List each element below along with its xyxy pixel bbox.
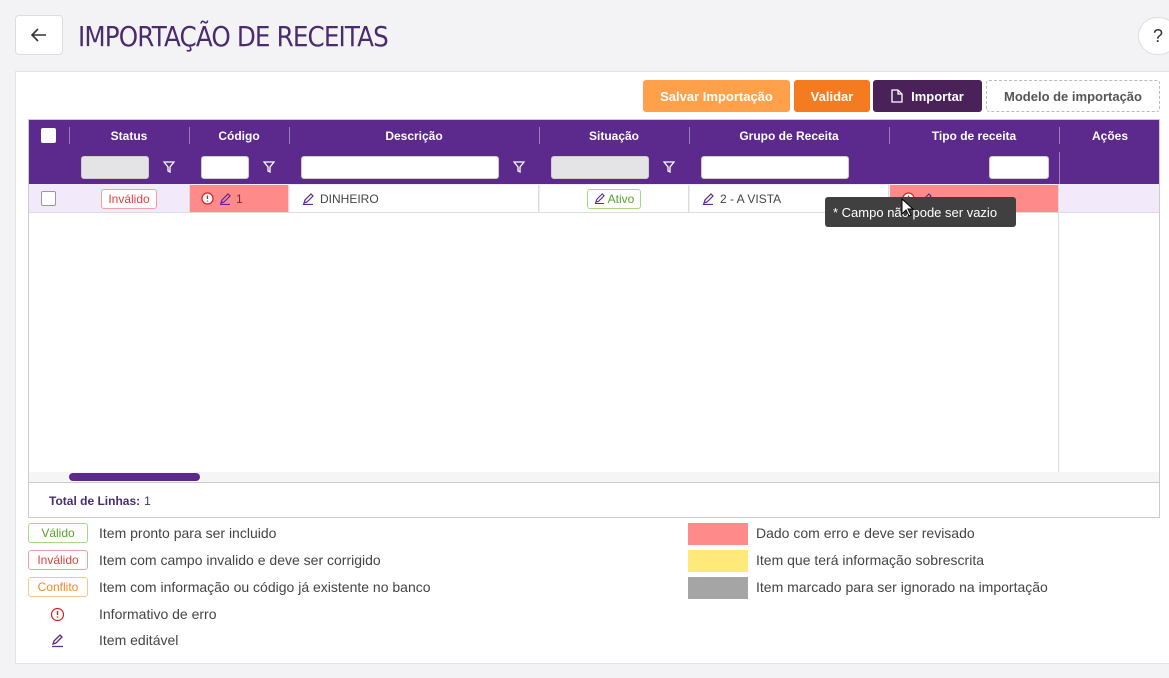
validate-button[interactable]: Validar: [794, 80, 870, 112]
legend-ignored-swatch-text: Item marcado para ser ignorado na import…: [756, 579, 1048, 595]
grupo-filter-input[interactable]: [701, 156, 849, 179]
column-header-tipo[interactable]: Tipo de receita: [889, 120, 1059, 152]
column-header-acoes: Ações: [1091, 129, 1129, 143]
legend-ignored-swatch: [688, 577, 748, 599]
total-rows-count: 1: [144, 493, 151, 508]
legend-invalid-text: Item com campo invalido e deve ser corri…: [99, 552, 381, 568]
legend-overwrite-swatch: [688, 550, 748, 572]
data-grid: Status Código Descrição Situação Grupo d…: [28, 119, 1160, 518]
situacao-cell[interactable]: Ativo: [540, 185, 689, 212]
edit-icon[interactable]: [219, 192, 231, 205]
legend-error-swatch: [688, 523, 748, 545]
file-icon: [891, 89, 903, 103]
codigo-cell[interactable]: 1: [190, 185, 289, 212]
grid-filter-row: [29, 152, 1159, 184]
codigo-value: 1: [236, 191, 243, 206]
status-badge: Inválido: [101, 188, 157, 209]
situacao-badge: Ativo: [586, 188, 642, 209]
edit-icon[interactable]: [702, 192, 714, 205]
grid-footer: Total de Linhas: 1: [29, 482, 1159, 517]
mouse-cursor-icon: [901, 198, 915, 217]
save-import-button[interactable]: Salvar Importação: [643, 80, 790, 112]
select-all-checkbox[interactable]: [41, 128, 56, 143]
descricao-cell[interactable]: DINHEIRO: [290, 185, 539, 212]
legend-overwrite-swatch-text: Item que terá informação sobrescrita: [756, 552, 984, 568]
total-rows-label: Total de Linhas:: [49, 493, 141, 508]
row-checkbox[interactable]: [41, 191, 56, 206]
error-tooltip: * Campo não pode ser vazio: [825, 197, 1016, 227]
situacao-value: Ativo: [607, 191, 635, 206]
back-button[interactable]: [15, 15, 63, 55]
legend-error-swatch-text: Dado com erro e deve ser revisado: [756, 525, 975, 541]
import-card: Salvar Importação Validar Importar Model…: [15, 71, 1169, 664]
legend-valid-badge: Válido: [28, 523, 88, 543]
status-filter-input[interactable]: [81, 156, 149, 179]
legend-conflict-text: Item com informação ou código já existen…: [99, 579, 431, 595]
legend-conflict-badge: Conflito: [28, 577, 88, 597]
tipo-filter-input[interactable]: [989, 156, 1049, 179]
legend-error-info-text: Informativo de erro: [99, 606, 217, 622]
status-cell: Inválido: [69, 185, 190, 212]
grupo-value: 2 - A VISTA: [720, 191, 782, 206]
grid-header: Status Código Descrição Situação Grupo d…: [29, 120, 1159, 152]
scrollbar-thumb[interactable]: [69, 473, 200, 481]
page-title: IMPORTAÇÃO DE RECEITAS: [78, 20, 389, 53]
legend-invalid-badge: Inválido: [28, 550, 88, 570]
column-header-descricao[interactable]: Descrição: [289, 120, 539, 152]
filter-icon[interactable]: [263, 161, 275, 173]
descricao-value: DINHEIRO: [320, 191, 379, 206]
help-button[interactable]: ?: [1138, 17, 1169, 55]
arrow-left-icon: [31, 28, 46, 42]
error-info-icon: [50, 607, 65, 622]
import-button-label: Importar: [911, 88, 964, 104]
filter-icon[interactable]: [513, 161, 525, 173]
legend-editable-text: Item editável: [99, 632, 179, 648]
situacao-filter-input[interactable]: [551, 156, 649, 179]
column-header-codigo[interactable]: Código: [189, 120, 289, 152]
error-info-icon[interactable]: [201, 192, 214, 205]
column-header-grupo[interactable]: Grupo de Receita: [689, 120, 889, 152]
column-header-situacao[interactable]: Situação: [539, 120, 689, 152]
codigo-filter-input[interactable]: [201, 156, 249, 179]
edit-icon: [51, 634, 63, 648]
descricao-filter-input[interactable]: [301, 156, 499, 179]
acoes-cell: [1060, 185, 1159, 212]
edit-icon[interactable]: [302, 192, 314, 205]
edit-icon[interactable]: [594, 193, 605, 204]
filter-icon[interactable]: [163, 161, 175, 173]
filter-icon[interactable]: [663, 161, 675, 173]
legend-valid-text: Item pronto para ser incluido: [99, 525, 277, 541]
import-button[interactable]: Importar: [873, 80, 982, 112]
import-template-button[interactable]: Modelo de importação: [986, 80, 1160, 112]
column-header-status[interactable]: Status: [69, 120, 189, 152]
